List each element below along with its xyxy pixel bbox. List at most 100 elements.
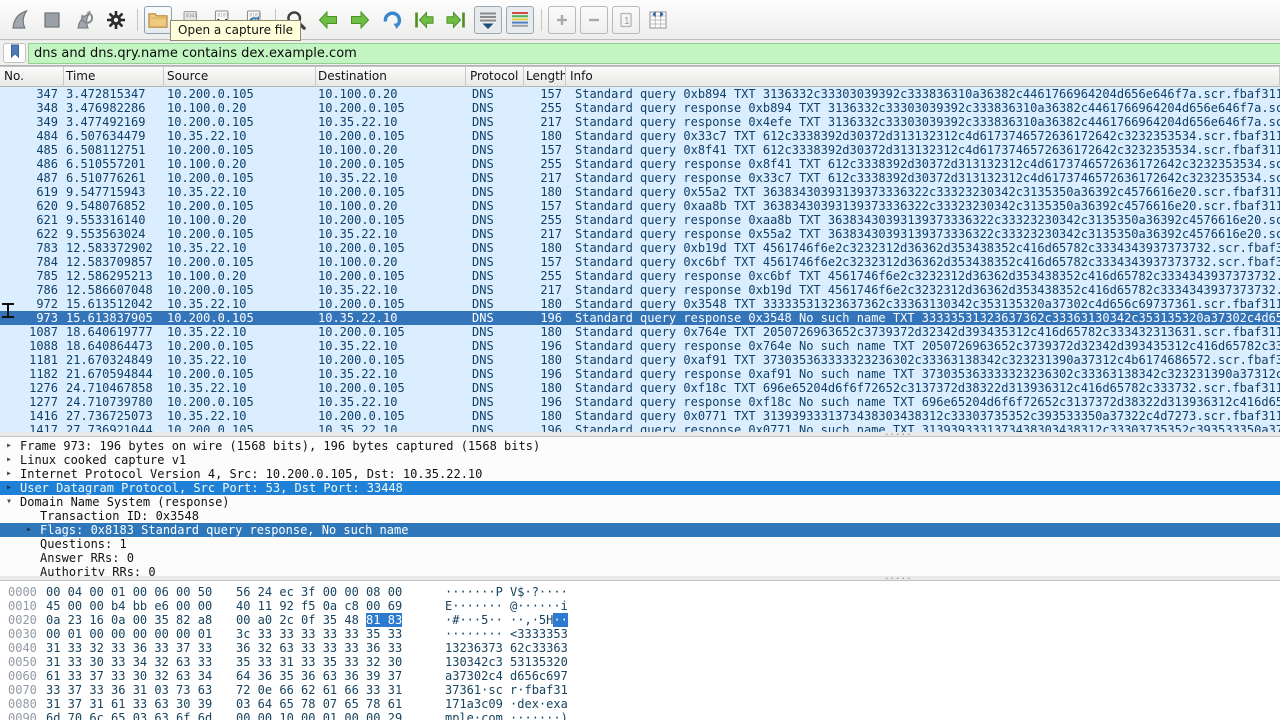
go-to-packet-button[interactable] [378,6,406,34]
cell-time: 3.472815347 [64,87,164,101]
auto-scroll-icon [476,8,500,32]
packet-row[interactable]: 3493.47749216910.200.0.10510.35.22.10DNS… [0,115,1280,129]
display-filter-input[interactable]: dns and dns.qry.name contains dex.exampl… [28,43,1280,64]
go-last-packet-button[interactable] [442,6,470,34]
hex-row[interactable]: 004031 33 32 33 36 33 37 3336 32 63 33 3… [8,641,1280,655]
hex-row[interactable]: 008031 37 31 61 33 63 30 3903 64 65 78 0… [8,697,1280,711]
hex-row[interactable]: 007033 37 33 36 31 03 73 6372 0e 66 62 6… [8,683,1280,697]
expander-collapsed-icon[interactable]: ▸ [26,523,40,537]
column-header-length[interactable]: Length [524,67,566,87]
packet-row[interactable]: 108718.64061977710.35.22.1010.200.0.105D… [0,325,1280,339]
cell-dst: 10.200.0.105 [316,297,466,311]
svg-text:0101: 0101 [186,13,197,19]
packet-row[interactable]: 4876.51077626110.200.0.10510.35.22.10DNS… [0,171,1280,185]
packet-row[interactable]: 3473.47281534710.200.0.10510.100.0.20DNS… [0,87,1280,101]
detail-row[interactable]: ▸User Datagram Protocol, Src Port: 53, D… [0,481,1280,495]
cell-proto: DNS [466,423,524,432]
packet-row[interactable]: 78512.58629521310.100.0.2010.200.0.105DN… [0,269,1280,283]
go-back-button[interactable] [314,6,342,34]
cell-proto: DNS [466,241,524,255]
cell-info: Standard query 0xb894 TXT 3136332c333030… [566,87,1280,101]
cell-proto: DNS [466,297,524,311]
packet-row[interactable]: 6209.54807685210.200.0.10510.100.0.20DNS… [0,199,1280,213]
packet-row[interactable]: 78612.58660704810.200.0.10510.35.22.10DN… [0,283,1280,297]
expander-collapsed-icon[interactable]: ▸ [6,467,20,481]
detail-row[interactable]: Transaction ID: 0x3548 [0,509,1280,523]
cell-len: 217 [524,171,566,185]
cell-time: 21.670324849 [64,353,164,367]
cell-info: Standard query response 0x33c7 TXT 612c3… [566,171,1280,185]
curved-arrow-icon [380,8,404,32]
hex-row[interactable]: 001045 00 00 b4 bb e6 00 0040 11 92 f5 0… [8,599,1280,613]
open-file-button[interactable] [144,6,172,34]
capture-options-button[interactable] [102,6,130,34]
packet-row[interactable]: 6219.55331614010.100.0.2010.200.0.105DNS… [0,213,1280,227]
hex-row[interactable]: 00200a 23 16 0a 00 35 82 a800 a0 2c 0f 3… [8,613,1280,627]
detail-row[interactable]: ▸Flags: 0x8183 Standard query response, … [0,523,1280,537]
packet-row[interactable]: 6199.54771594310.35.22.1010.200.0.105DNS… [0,185,1280,199]
column-header-time[interactable]: Time [64,67,164,87]
packet-row[interactable]: 4866.51055720110.100.0.2010.200.0.105DNS… [0,157,1280,171]
detail-row[interactable]: Answer RRs: 0 [0,551,1280,565]
packet-row[interactable]: 97215.61351204210.35.22.1010.200.0.105DN… [0,297,1280,311]
hex-row[interactable]: 00906d 70 6c 65 03 63 6f 6d00 00 10 00 0… [8,711,1280,720]
colorize-icon [508,8,532,32]
detail-row[interactable]: Authority RRs: 0 [0,565,1280,576]
column-header-source[interactable]: Source [164,67,316,87]
packet-row[interactable]: 4846.50763447910.35.22.1010.200.0.105DNS… [0,129,1280,143]
hex-offset: 0010 [8,599,46,613]
restart-capture-button[interactable] [70,6,98,34]
cell-time: 6.507634479 [64,129,164,143]
zoom-out-button[interactable] [580,6,608,34]
hex-row[interactable]: 003000 01 00 00 00 00 00 013c 33 33 33 3… [8,627,1280,641]
go-forward-button[interactable] [346,6,374,34]
stop-capture-button[interactable] [38,6,66,34]
cell-len: 180 [524,381,566,395]
column-header-protocol[interactable]: Protocol [466,67,524,87]
packet-row[interactable]: 127724.71073978010.200.0.10510.35.22.10D… [0,395,1280,409]
hex-row[interactable]: 005031 33 30 33 34 32 63 3335 33 31 33 3… [8,655,1280,669]
go-first-packet-button[interactable] [410,6,438,34]
expander-collapsed-icon[interactable]: ▸ [6,453,20,467]
hex-bytes-right: 35 33 31 33 35 33 32 30 [236,655,414,669]
packet-row[interactable]: 127624.71046785810.35.22.1010.200.0.105D… [0,381,1280,395]
column-header-destination[interactable]: Destination [316,67,466,87]
zoom-original-button[interactable]: 1 [612,6,640,34]
colorize-button[interactable] [506,6,534,34]
cell-src: 10.200.0.105 [164,423,316,432]
zoom-in-button[interactable] [548,6,576,34]
cell-src: 10.200.0.105 [164,115,316,129]
start-capture-button[interactable] [6,6,34,34]
expander-collapsed-icon[interactable]: ▸ [6,481,20,495]
one-to-one-icon: 1 [614,8,638,32]
expander-collapsed-icon[interactable]: ▸ [6,439,20,453]
filter-bookmark-button[interactable] [3,43,26,63]
packet-row[interactable]: 78312.58337290210.35.22.1010.200.0.105DN… [0,241,1280,255]
resize-columns-button[interactable] [644,6,672,34]
packet-row[interactable]: 141727.73692104410.200.0.10510.35.22.10D… [0,423,1280,432]
packet-row[interactable]: 4856.50811275110.200.0.10510.100.0.20DNS… [0,143,1280,157]
detail-row[interactable]: ▸Internet Protocol Version 4, Src: 10.20… [0,467,1280,481]
detail-text: User Datagram Protocol, Src Port: 53, Ds… [20,481,403,495]
packet-row[interactable]: 3483.47698228610.100.0.2010.200.0.105DNS… [0,101,1280,115]
detail-row[interactable]: ▸Linux cooked capture v1 [0,453,1280,467]
hex-bytes-right: 00 00 10 00 01 00 00 29 [236,711,414,720]
packet-row[interactable]: 6229.55356302410.200.0.10510.35.22.10DNS… [0,227,1280,241]
auto-scroll-button[interactable] [474,6,502,34]
column-header-info[interactable]: Info [566,67,1280,87]
packet-row[interactable]: 108818.64086447310.200.0.10510.35.22.10D… [0,339,1280,353]
packet-row[interactable]: 118221.67059484410.200.0.10510.35.22.10D… [0,367,1280,381]
detail-row[interactable]: ▸Frame 973: 196 bytes on wire (1568 bits… [0,439,1280,453]
column-header-no[interactable]: No. [0,67,64,87]
packet-row[interactable]: 141627.73672507310.35.22.1010.200.0.105D… [0,409,1280,423]
hex-row[interactable]: 000000 04 00 01 00 06 00 5056 24 ec 3f 0… [8,585,1280,599]
hex-row[interactable]: 006061 33 37 33 30 32 63 3464 36 35 36 6… [8,669,1280,683]
cell-src: 10.100.0.20 [164,101,316,115]
packet-row-selected[interactable]: 97315.61383790510.200.0.10510.35.22.10DN… [0,311,1280,325]
detail-row[interactable]: Questions: 1 [0,537,1280,551]
detail-row[interactable]: ▾Domain Name System (response) [0,495,1280,509]
packet-row[interactable]: 78412.58370985710.200.0.10510.100.0.20DN… [0,255,1280,269]
expander-expanded-icon[interactable]: ▾ [6,495,20,509]
packet-row[interactable]: 118121.67032484910.35.22.1010.200.0.105D… [0,353,1280,367]
cell-time: 3.476982286 [64,101,164,115]
